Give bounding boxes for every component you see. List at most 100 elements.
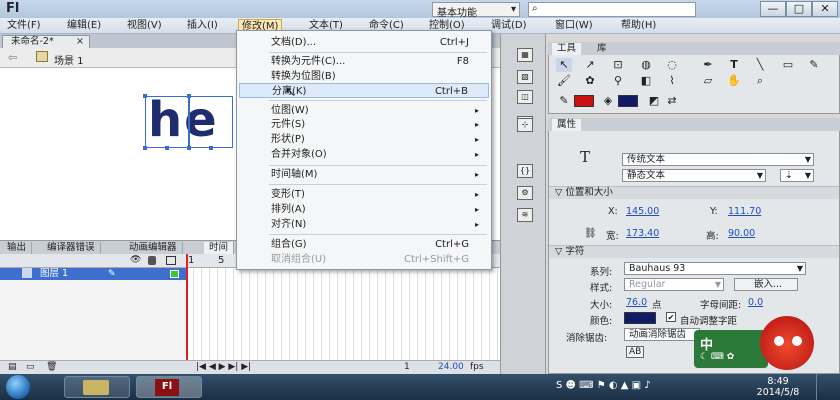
lock-icon[interactable] xyxy=(148,256,156,265)
selection-handle[interactable] xyxy=(187,146,191,150)
menu-edit[interactable]: 编辑(E) xyxy=(64,19,104,33)
system-clock[interactable]: 8:49 2014/5/8 xyxy=(752,376,804,398)
selection-handle[interactable] xyxy=(165,146,169,150)
font-size-value[interactable]: 76.0 xyxy=(626,297,647,308)
minimize-button[interactable]: — xyxy=(760,1,786,17)
text-align-icon[interactable]: AB xyxy=(626,346,645,358)
new-layer-icon[interactable]: ▤ xyxy=(8,362,17,372)
selection-handle[interactable] xyxy=(143,146,147,150)
fill-color-swatch[interactable] xyxy=(618,95,638,107)
menu-item-transform[interactable]: 变形(T) ▸ xyxy=(239,187,489,202)
menu-item-document[interactable]: 文档(D)... Ctrl+J xyxy=(239,35,489,50)
tray-icons[interactable]: S ☻ ⌨ ⚑ ◐ ▲ ▣ ♪ xyxy=(556,380,651,391)
lasso-tool-icon[interactable]: ◌ xyxy=(664,58,680,72)
brush-tool-icon[interactable]: 🖌 xyxy=(556,74,572,88)
taskbar-explorer-button[interactable] xyxy=(64,376,130,398)
menu-debug[interactable]: 调试(D) xyxy=(488,19,530,33)
subselection-tool-icon[interactable]: ↗ xyxy=(582,58,598,72)
free-transform-tool-icon[interactable]: ⊡ xyxy=(610,58,626,72)
3d-rotation-tool-icon[interactable]: ◍ xyxy=(638,58,654,72)
layer-color-swatch[interactable] xyxy=(170,270,179,278)
menu-item-convert-symbol[interactable]: 转换为元件(C)... F8 xyxy=(239,54,489,69)
code-snippets-icon[interactable]: {} xyxy=(517,164,533,178)
tab-library[interactable]: 库 xyxy=(592,43,612,55)
section-character[interactable]: ▽ 字符 xyxy=(549,245,839,258)
close-button[interactable]: ✕ xyxy=(812,1,838,17)
anti-alias-select[interactable]: 动画消除锯齿 xyxy=(624,328,700,341)
text-tool-icon[interactable]: T xyxy=(726,58,742,72)
eye-icon[interactable]: 👁 xyxy=(130,255,141,265)
x-value[interactable]: 145.00 xyxy=(626,206,659,217)
maximize-button[interactable]: □ xyxy=(786,1,812,17)
menu-item-ungroup[interactable]: 取消组合(U) Ctrl+Shift+G xyxy=(239,252,489,267)
black-white-icon[interactable]: ◩ xyxy=(646,94,662,108)
menu-item-break-apart[interactable]: 分离(K) Ctrl+B xyxy=(239,83,489,98)
height-value[interactable]: 90.00 xyxy=(728,228,755,239)
back-arrow-icon[interactable]: ⇦ xyxy=(8,51,17,64)
motion-presets-icon[interactable]: ≋ xyxy=(517,208,533,222)
text-type-select[interactable]: 静态文本 ▼ xyxy=(622,169,766,182)
menu-item-align[interactable]: 对齐(N) ▸ xyxy=(239,217,489,232)
menu-item-convert-bitmap[interactable]: 转换为位图(B) xyxy=(239,69,489,84)
font-family-select[interactable]: Bauhaus 93 ▼ xyxy=(624,262,806,275)
line-tool-icon[interactable]: ╲ xyxy=(752,58,768,72)
selection-handle[interactable] xyxy=(143,94,147,98)
document-tab[interactable]: 未命名-2* × xyxy=(2,35,90,48)
text-engine-select[interactable]: 传统文本 ▼ xyxy=(622,153,814,166)
eyedropper-icon[interactable]: ⌇ xyxy=(664,74,680,88)
menu-item-bitmap[interactable]: 位图(W) ▸ xyxy=(239,103,489,118)
paint-bucket-icon[interactable]: ◧ xyxy=(638,74,654,88)
menu-item-shape[interactable]: 形状(P) ▸ xyxy=(239,132,489,147)
zoom-tool-icon[interactable]: ⌕ xyxy=(752,74,768,88)
stroke-color-swatch[interactable] xyxy=(574,95,594,107)
new-folder-icon[interactable]: ▭ xyxy=(26,362,35,372)
menu-insert[interactable]: 插入(I) xyxy=(184,19,221,33)
close-icon[interactable]: × xyxy=(76,36,84,48)
start-button[interactable] xyxy=(6,375,30,399)
selection-tool-icon[interactable]: ↖ xyxy=(556,58,572,72)
taskbar-flash-button[interactable]: Fl xyxy=(136,376,202,398)
eraser-tool-icon[interactable]: ▱ xyxy=(700,74,716,88)
color-panel-icon[interactable]: ▦ xyxy=(517,48,533,62)
deco-tool-icon[interactable]: ✿ xyxy=(582,74,598,88)
font-style-select[interactable]: Regular ▼ xyxy=(624,278,724,291)
layer-name[interactable]: 图层 1 xyxy=(40,268,68,280)
playback-controls[interactable]: |◀ ◀ ▶ ▶| ▶| xyxy=(196,362,251,372)
hand-tool-icon[interactable]: ✋ xyxy=(726,74,742,88)
section-position-size[interactable]: ▽ 位置和大小 xyxy=(549,186,839,199)
link-icon[interactable]: ⛓ xyxy=(584,228,597,239)
pencil-tool-icon[interactable]: ✎ xyxy=(806,58,822,72)
help-search-input[interactable]: ⌕ xyxy=(528,2,696,17)
checkbox-checked-icon[interactable]: ✔ xyxy=(666,312,676,322)
menu-item-arrange[interactable]: 排列(A) ▸ xyxy=(239,202,489,217)
playhead[interactable] xyxy=(186,254,188,360)
tab-tools[interactable]: 工具 xyxy=(552,43,582,55)
rectangle-tool-icon[interactable]: ▭ xyxy=(780,58,796,72)
scene-label[interactable]: 场景 1 xyxy=(54,52,84,67)
menu-help[interactable]: 帮助(H) xyxy=(618,19,659,33)
selection-handle[interactable] xyxy=(187,94,191,98)
letter-spacing-value[interactable]: 0.0 xyxy=(748,297,763,308)
width-value[interactable]: 173.40 xyxy=(626,228,659,239)
ime-mascot-widget[interactable]: 中 ☾ ⌨ ✿ xyxy=(694,312,822,374)
menu-file[interactable]: 文件(F) xyxy=(4,19,44,33)
outline-icon[interactable] xyxy=(166,256,176,265)
menu-item-symbol[interactable]: 元件(S) ▸ xyxy=(239,117,489,132)
bone-tool-icon[interactable]: ⚲ xyxy=(610,74,626,88)
selection-handle[interactable] xyxy=(209,146,213,150)
pen-tool-icon[interactable]: ✒ xyxy=(700,58,716,72)
swatches-panel-icon[interactable]: ▧ xyxy=(517,70,533,84)
align-panel-icon[interactable]: ◫ xyxy=(517,90,533,104)
components-panel-icon[interactable]: ⚙ xyxy=(517,186,533,200)
menu-item-timeline[interactable]: 时间轴(M) ▸ xyxy=(239,167,489,182)
text-color-swatch[interactable] xyxy=(624,312,656,324)
workspace-switcher[interactable]: 基本功能 ▾ xyxy=(432,2,520,19)
menu-item-combine-objects[interactable]: 合并对象(O) ▸ xyxy=(239,147,489,162)
embed-button[interactable]: 嵌入... xyxy=(734,278,798,291)
swap-colors-icon[interactable]: ⇄ xyxy=(664,94,680,108)
frame-grid[interactable] xyxy=(186,268,500,360)
tab-properties[interactable]: 属性 xyxy=(552,119,582,131)
fps-value[interactable]: 24.00 xyxy=(438,362,464,372)
menu-window[interactable]: 窗口(W) xyxy=(552,19,596,33)
transform-panel-icon[interactable]: ⊹ xyxy=(517,118,533,132)
